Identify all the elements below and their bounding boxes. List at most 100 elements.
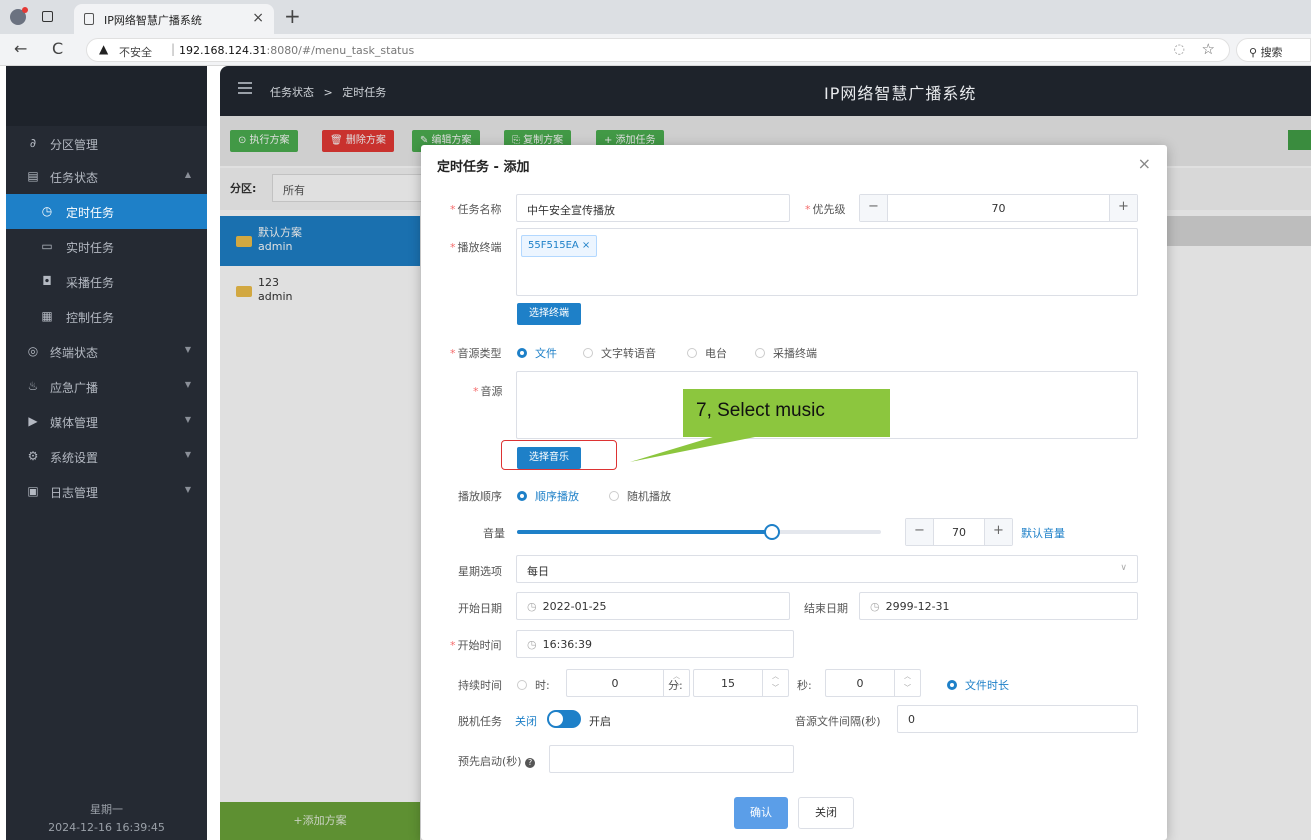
url-separator: | bbox=[171, 42, 176, 56]
source-type-radio-station-radio[interactable]: 电台 bbox=[687, 345, 727, 361]
volume-label: 音量 bbox=[483, 527, 505, 540]
start-date-label: 开始日期 bbox=[458, 602, 502, 615]
task-name-label-text: 任务名称 bbox=[457, 203, 502, 216]
source-label: * 音源 bbox=[473, 385, 503, 398]
sidebar-item-zones[interactable]: ∂ 分区管理 bbox=[6, 126, 207, 161]
source-type-capture-radio[interactable]: 采播终端 bbox=[755, 345, 817, 361]
source-type-file-radio[interactable]: 文件 bbox=[517, 345, 557, 361]
breadcrumb: 任务状态 > 定时任务 bbox=[270, 84, 386, 100]
prestart-input[interactable] bbox=[549, 745, 794, 773]
close-button[interactable]: 关闭 bbox=[798, 797, 854, 829]
spinner-icon[interactable]: ︿ ﹀ bbox=[762, 670, 788, 696]
play-order-random-radio[interactable]: 随机播放 bbox=[609, 488, 671, 504]
terminal-list-box[interactable] bbox=[516, 228, 1138, 296]
default-volume-link[interactable]: 默认音量 bbox=[1021, 525, 1065, 541]
chevron-down-icon: ▼ bbox=[184, 380, 191, 389]
sidebar-item-settings[interactable]: ⚙ 系统设置 ▼ bbox=[6, 439, 207, 474]
second-input[interactable]: 0 ︿ ﹀ bbox=[825, 669, 921, 697]
search-icon: ⚲ bbox=[1249, 46, 1261, 59]
task-name-input[interactable]: 中午安全宣传播放 bbox=[516, 194, 790, 222]
chevron-down-icon: ∨ bbox=[1120, 563, 1127, 573]
favorite-star-icon[interactable]: ☆ bbox=[1202, 40, 1215, 58]
translate-icon[interactable]: ◌ bbox=[1174, 42, 1185, 57]
sidebar-item-capture-tasks[interactable]: ◘ 采播任务 bbox=[6, 264, 207, 299]
source-label-text: 音源 bbox=[480, 385, 503, 398]
start-date-value: 2022-01-25 bbox=[542, 600, 607, 613]
sidebar-item-label: 采播任务 bbox=[66, 276, 115, 290]
datetime-text: 2024-12-16 16:39:45 bbox=[48, 821, 165, 834]
tab-close-icon[interactable]: × bbox=[252, 10, 264, 26]
offline-toggle[interactable] bbox=[547, 710, 581, 728]
sidebar-item-label: 应急广播 bbox=[50, 381, 99, 395]
chevron-down-icon: ▼ bbox=[184, 450, 191, 459]
sidebar-item-media[interactable]: ▶ 媒体管理 ▼ bbox=[6, 404, 207, 439]
terminal-tag[interactable]: 55F515EA × bbox=[521, 235, 598, 257]
interval-label: 音源文件间隔(秒) bbox=[795, 715, 881, 728]
increment-button[interactable]: + bbox=[1109, 195, 1137, 221]
sidebar-item-logs[interactable]: ▣ 日志管理 ▼ bbox=[6, 474, 207, 509]
clock-icon: ◷ bbox=[527, 600, 537, 613]
url-path: :8080/#/menu_task_status bbox=[266, 44, 415, 57]
dialog-title: 定时任务 - 添加 bbox=[437, 160, 530, 175]
increment-button[interactable]: + bbox=[984, 519, 1012, 545]
chevron-down-icon: ▼ bbox=[184, 345, 191, 354]
sidebar-item-timed-tasks[interactable]: ◷ 定时任务 bbox=[6, 194, 207, 229]
duration-custom-radio[interactable]: 时: bbox=[517, 677, 550, 693]
breadcrumb-separator: > bbox=[323, 86, 333, 99]
end-date-input[interactable]: ◷ 2999-12-31 bbox=[859, 592, 1138, 620]
new-tab-button[interactable]: + bbox=[284, 4, 301, 28]
sidebar-item-realtime-tasks[interactable]: ▭ 实时任务 bbox=[6, 229, 207, 264]
weekday-value: 每日 bbox=[527, 565, 549, 578]
decrement-button[interactable]: − bbox=[860, 195, 888, 221]
breadcrumb-parent[interactable]: 任务状态 bbox=[270, 86, 314, 99]
source-type-tts-radio[interactable]: 文字转语音 bbox=[583, 345, 656, 361]
back-icon[interactable]: ← bbox=[14, 39, 27, 58]
sidebar-item-emergency[interactable]: ♨ 应急广播 ▼ bbox=[6, 369, 207, 404]
log-icon: ▣ bbox=[27, 484, 39, 498]
decrement-button[interactable]: − bbox=[906, 519, 934, 545]
sidebar-item-label: 实时任务 bbox=[66, 241, 115, 255]
start-time-input[interactable]: ◷ 16:36:39 bbox=[516, 630, 794, 658]
volume-slider-track[interactable] bbox=[517, 524, 881, 540]
minute-input[interactable]: 15 ︿ ﹀ bbox=[693, 669, 789, 697]
url-field[interactable]: ▲ 不安全 | 192.168.124.31:8080/#/menu_task_… bbox=[86, 38, 1230, 62]
offline-off-label: 关闭 bbox=[515, 715, 537, 728]
sidebar-item-label: 终端状态 bbox=[50, 346, 99, 360]
priority-label: * 优先级 bbox=[805, 203, 846, 216]
sidebar-item-control-tasks[interactable]: ▦ 控制任务 bbox=[6, 299, 207, 334]
spinner-icon[interactable]: ︿ ﹀ bbox=[894, 670, 920, 696]
sidebar-item-terminal-status[interactable]: ◎ 终端状态 ▼ bbox=[6, 334, 207, 369]
start-date-input[interactable]: ◷ 2022-01-25 bbox=[516, 592, 790, 620]
weekday-select[interactable]: 每日 ∨ bbox=[516, 555, 1138, 583]
sidebar: ∂ 分区管理 ▤ 任务状态 ▲ ◷ 定时任务 ▭ 实时任务 ◘ 采播任务 ▦ 控… bbox=[6, 66, 207, 840]
timed-task-dialog: 定时任务 - 添加 × * 任务名称 中午安全宣传播放 * 优先级 − 70 + *… bbox=[421, 145, 1167, 840]
radio-dot bbox=[947, 680, 957, 690]
duration-label: 持续时间 bbox=[458, 679, 502, 692]
search-button[interactable]: ⚲ 搜索 bbox=[1236, 38, 1311, 62]
menu-icon[interactable] bbox=[238, 82, 252, 94]
insecure-label: 不安全 bbox=[119, 46, 152, 59]
close-icon[interactable]: × bbox=[1138, 154, 1151, 173]
reload-icon[interactable]: C bbox=[52, 39, 63, 58]
interval-input[interactable]: 0 bbox=[897, 705, 1138, 733]
help-icon[interactable]: ? bbox=[525, 758, 536, 768]
second-label: 秒: bbox=[797, 679, 812, 692]
workspaces-icon[interactable] bbox=[42, 11, 53, 22]
tag-close-icon[interactable]: × bbox=[582, 240, 590, 251]
priority-stepper[interactable]: − 70 + bbox=[859, 194, 1138, 222]
confirm-button[interactable]: 确认 bbox=[734, 797, 788, 829]
url-text: 192.168.124.31:8080/#/menu_task_status bbox=[179, 44, 414, 57]
profile-icon[interactable] bbox=[10, 7, 28, 25]
volume-stepper[interactable]: − 70 + bbox=[905, 518, 1013, 546]
terminal-icon: ◎ bbox=[27, 344, 39, 358]
address-bar: ← C ▲ 不安全 | 192.168.124.31:8080/#/menu_t… bbox=[0, 34, 1311, 66]
volume-slider-handle[interactable] bbox=[763, 524, 780, 540]
sidebar-item-label: 分区管理 bbox=[50, 138, 99, 152]
sidebar-item-task-status[interactable]: ▤ 任务状态 ▲ bbox=[6, 159, 207, 194]
browser-tab[interactable]: IP网络智慧广播系统 × bbox=[74, 4, 274, 34]
sidebar-clock: 星期一 2024-12-16 16:39:45 bbox=[6, 801, 207, 837]
radio-label: 时: bbox=[535, 679, 550, 692]
play-order-sequential-radio[interactable]: 顺序播放 bbox=[517, 488, 579, 504]
duration-file-length-radio[interactable]: 文件时长 bbox=[947, 677, 1009, 693]
select-terminal-button[interactable]: 选择终端 bbox=[517, 303, 581, 325]
